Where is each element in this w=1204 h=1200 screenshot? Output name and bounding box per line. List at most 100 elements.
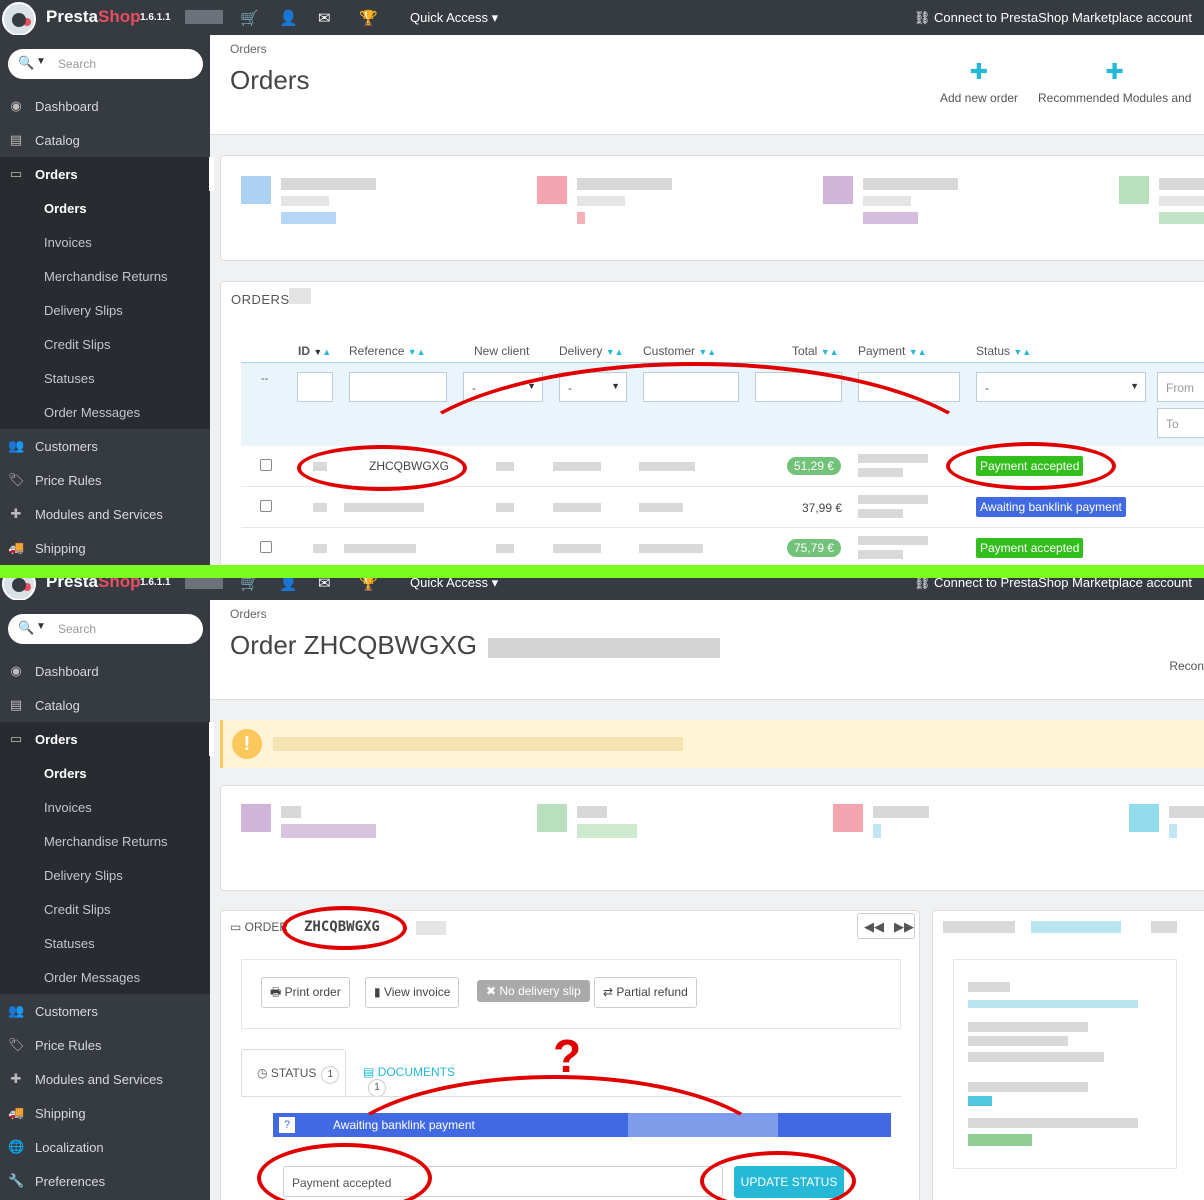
search-input[interactable]: Search <box>58 57 96 71</box>
column-delivery[interactable]: Delivery ▼▲ <box>559 344 624 358</box>
trophy-icon[interactable]: 🏆 <box>359 9 378 27</box>
sidebar-item-price-rules[interactable]: 🏷 Price Rules <box>0 463 210 497</box>
sort-icon[interactable]: ▼▲ <box>606 347 624 357</box>
row-checkbox[interactable] <box>260 459 272 471</box>
column-total[interactable]: Total ▼▲ <box>792 344 839 358</box>
previous-order-icon[interactable]: ◀◀ <box>864 919 884 935</box>
row-checkbox[interactable] <box>260 500 272 512</box>
column-new-client: New client <box>474 344 530 358</box>
blurred-id <box>313 544 327 553</box>
user-icon[interactable]: 👤 <box>279 9 298 27</box>
submenu-credit-slips[interactable]: Credit Slips <box>0 327 210 361</box>
breadcrumb[interactable]: Orders <box>230 42 267 56</box>
print-order-button[interactable]: 🖶 Print order <box>261 977 350 1008</box>
sidebar-item-dashboard[interactable]: ◉ Dashboard <box>0 654 210 688</box>
column-customer[interactable]: Customer ▼▲ <box>643 344 716 358</box>
column-id[interactable]: ID ▼▲ <box>298 344 331 358</box>
users-icon: 👥 <box>8 1003 25 1018</box>
version-label: 1.6.1.1 <box>140 12 171 23</box>
sort-icon[interactable]: ▼▲ <box>408 347 426 357</box>
sort-down-icon[interactable]: ▼ <box>313 347 322 357</box>
sidebar-item-dashboard[interactable]: ◉ Dashboard <box>0 89 210 123</box>
submenu-order-messages[interactable]: Order Messages <box>0 960 210 994</box>
submenu-invoices[interactable]: Invoices <box>0 225 210 259</box>
chevron-down-icon[interactable]: ▼ <box>36 56 46 67</box>
sidebar-item-modules[interactable]: ✚ Modules and Services <box>0 1062 210 1096</box>
marketplace-connect-link[interactable]: ⛓ Connect to PrestaShop Marketplace acco… <box>914 10 1192 26</box>
submenu-invoices[interactable]: Invoices <box>0 790 210 824</box>
sort-up-icon[interactable]: ▲ <box>322 347 331 357</box>
submenu-orders[interactable]: Orders <box>0 191 210 225</box>
search-box[interactable]: 🔍 ▼ Search <box>8 614 203 644</box>
sidebar-item-modules[interactable]: ✚ Modules and Services <box>0 497 210 531</box>
search-box[interactable]: 🔍 ▼ Search <box>8 49 203 79</box>
filter-reference-input[interactable] <box>349 372 447 402</box>
breadcrumb[interactable]: Orders <box>230 607 267 621</box>
marketplace-connect-link[interactable]: ⛓ Connect to PrestaShop Marketplace acco… <box>914 578 1192 591</box>
submenu-merchandise-returns[interactable]: Merchandise Returns <box>0 259 210 293</box>
sidebar-item-catalog[interactable]: ▤ Catalog <box>0 123 210 157</box>
sidebar-item-preferences[interactable]: 🔧 Preferences <box>0 1164 210 1198</box>
sidebar-item-orders[interactable]: ▭ Orders <box>0 722 214 756</box>
submenu-order-messages[interactable]: Order Messages <box>0 395 210 429</box>
filter-id-input[interactable] <box>297 372 333 402</box>
mail-icon[interactable]: ✉ <box>318 9 331 27</box>
quick-access-menu[interactable]: Quick Access ▾ <box>410 10 498 26</box>
column-reference[interactable]: Reference ▼▲ <box>349 344 426 358</box>
tab-status[interactable]: ◷ STATUS 1 <box>241 1049 346 1097</box>
submenu-delivery-slips[interactable]: Delivery Slips <box>0 858 210 892</box>
prestashop-logo[interactable] <box>2 2 36 36</box>
truck-icon: 🚚 <box>8 1105 25 1120</box>
row-checkbox[interactable] <box>260 541 272 553</box>
sidebar-item-localization[interactable]: 🌐 Localization <box>0 1130 210 1164</box>
submenu-delivery-slips[interactable]: Delivery Slips <box>0 293 210 327</box>
sidebar-item-shipping[interactable]: 🚚 Shipping <box>0 1096 210 1130</box>
cart-icon[interactable]: 🛒 <box>240 578 259 592</box>
order-heading: ▭ ORDER <box>230 920 289 934</box>
add-new-order-button[interactable]: ✚ Add new order <box>940 59 1018 105</box>
filter-date-from[interactable]: From <box>1157 372 1204 402</box>
sidebar-item-price-rules[interactable]: 🏷 Price Rules <box>0 1028 210 1062</box>
sort-icon[interactable]: ▼▲ <box>909 347 927 357</box>
sort-icon[interactable]: ▼▲ <box>1013 347 1031 357</box>
recommended-modules-button[interactable]: Recon <box>1169 659 1204 673</box>
submenu-merchandise-returns[interactable]: Merchandise Returns <box>0 824 210 858</box>
quick-access-menu[interactable]: Quick Access ▾ <box>410 578 498 591</box>
sidebar-item-customers[interactable]: 👥 Customers <box>0 994 210 1028</box>
filter-status-select[interactable]: - ▼ <box>976 372 1146 402</box>
search-input[interactable]: Search <box>58 622 96 636</box>
column-status[interactable]: Status ▼▲ <box>976 344 1031 358</box>
brand-name: PrestaShop <box>46 578 141 591</box>
sort-icon[interactable]: ▼▲ <box>698 347 716 357</box>
chevron-down-icon[interactable]: ▼ <box>36 621 46 632</box>
submenu-statuses[interactable]: Statuses <box>0 926 210 960</box>
recommended-modules-button[interactable]: ✚ Recommended Modules and <box>1038 59 1191 105</box>
search-icon: 🔍 <box>18 55 35 70</box>
sidebar-item-catalog[interactable]: ▤ Catalog <box>0 688 210 722</box>
partial-refund-button[interactable]: ⇄ Partial refund <box>594 977 697 1008</box>
submenu-orders[interactable]: Orders <box>0 756 210 790</box>
column-payment[interactable]: Payment ▼▲ <box>858 344 927 358</box>
cart-icon[interactable]: 🛒 <box>240 9 259 27</box>
user-icon[interactable]: 👤 <box>279 578 298 592</box>
trophy-icon[interactable]: 🏆 <box>359 578 378 592</box>
link-icon: ⛓ <box>913 10 935 25</box>
times-icon: ✖ <box>486 984 500 998</box>
green-divider <box>0 565 1204 578</box>
submenu-credit-slips[interactable]: Credit Slips <box>0 892 210 926</box>
mail-icon[interactable]: ✉ <box>318 578 331 592</box>
version-label: 1.6.1.1 <box>140 578 171 588</box>
sidebar-item-orders[interactable]: ▭ Orders <box>0 157 214 191</box>
blurred-reference <box>344 544 416 553</box>
prestashop-logo[interactable] <box>2 578 36 601</box>
order-pager: ◀◀ ▶▶ <box>857 913 915 939</box>
sidebar-item-shipping[interactable]: 🚚 Shipping <box>0 531 210 565</box>
submenu-statuses[interactable]: Statuses <box>0 361 210 395</box>
view-invoice-button[interactable]: ▮ View invoice <box>365 977 460 1008</box>
puzzle-icon: ✚ <box>1105 59 1124 84</box>
sidebar-item-customers[interactable]: 👥 Customers <box>0 429 210 463</box>
next-order-icon[interactable]: ▶▶ <box>894 919 914 935</box>
sort-icon[interactable]: ▼▲ <box>821 347 839 357</box>
users-icon: 👥 <box>8 438 25 453</box>
filter-date-to[interactable]: To <box>1157 408 1204 438</box>
